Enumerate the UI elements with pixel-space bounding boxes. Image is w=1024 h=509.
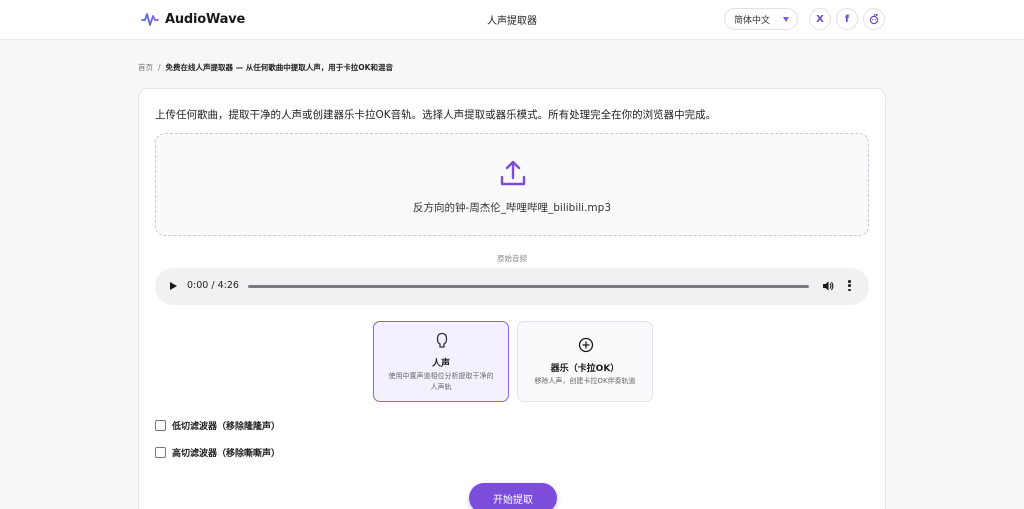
intro-text: 上传任何歌曲，提取干净的人声或创建器乐卡拉OK音轨。选择人声提取或器乐模式。所有…: [155, 109, 717, 121]
audio-player: 0:00 / 4:26: [155, 268, 869, 305]
reddit-icon: [869, 13, 879, 25]
file-dropzone[interactable]: 反方向的钟-周杰伦_哔哩哔哩_bilibili.mp3: [155, 133, 869, 236]
breadcrumb-home[interactable]: 首页: [138, 62, 153, 73]
x-icon: X: [816, 13, 824, 25]
breadcrumb-current: 免费在线人声提取器 — 从任何歌曲中提取人声，用于卡拉OK和混音: [165, 63, 393, 72]
x-social-button[interactable]: X: [809, 8, 831, 30]
mode-instrumental[interactable]: 器乐（卡拉OK） 移除人声，创建卡拉OK伴奏轨道: [517, 321, 653, 402]
more-options-icon[interactable]: [848, 280, 852, 293]
high-cut-filter[interactable]: 高切滤波器（移除嘶嘶声）: [155, 446, 280, 459]
breadcrumb-separator: /: [158, 63, 161, 72]
facebook-social-button[interactable]: f: [836, 8, 858, 30]
high-cut-label: 高切滤波器（移除嘶嘶声）: [172, 449, 281, 459]
upload-icon: [500, 160, 526, 186]
caret-down-icon: [783, 17, 789, 22]
low-cut-label: 低切滤波器（移除隆隆声）: [172, 422, 281, 432]
seek-bar[interactable]: [248, 285, 809, 288]
high-cut-checkbox[interactable]: [155, 447, 166, 458]
extractor-card: 上传任何歌曲，提取干净的人声或创建器乐卡拉OK音轨。选择人声提取或器乐模式。所有…: [138, 88, 886, 509]
mode-vocals-desc: 使用中置声道相位分析提取干净的人声轨: [388, 372, 494, 391]
playback-time: 0:00 / 4:26: [187, 280, 239, 291]
original-audio-label: 原始音频: [497, 254, 527, 263]
low-cut-filter[interactable]: 低切滤波器（移除隆隆声）: [155, 419, 280, 432]
volume-icon[interactable]: [822, 280, 834, 292]
play-icon[interactable]: [170, 282, 177, 290]
facebook-icon: f: [844, 13, 850, 25]
start-extraction-button[interactable]: 开始提取: [469, 483, 557, 509]
breadcrumb: 首页 / 免费在线人声提取器 — 从任何歌曲中提取人声，用于卡拉OK和混音: [138, 62, 393, 73]
mode-vocals[interactable]: 人声 使用中置声道相位分析提取干净的人声轨: [373, 321, 509, 402]
mode-vocals-title: 人声: [431, 359, 450, 369]
low-cut-checkbox[interactable]: [155, 420, 166, 431]
plus-circle-icon: [578, 337, 594, 353]
language-select[interactable]: 简体中文: [724, 8, 798, 30]
language-value: 简体中文: [734, 15, 771, 26]
reddit-social-button[interactable]: [863, 8, 885, 30]
file-name: 反方向的钟-周杰伦_哔哩哔哩_bilibili.mp3: [412, 202, 612, 214]
mode-instrumental-title: 器乐（卡拉OK）: [550, 364, 620, 374]
microphone-head-icon: [436, 332, 448, 348]
mode-instrumental-desc: 移除人声，创建卡拉OK伴奏轨道: [534, 377, 636, 385]
top-header: AudioWave 人声提取器 简体中文 X f: [0, 0, 1024, 40]
